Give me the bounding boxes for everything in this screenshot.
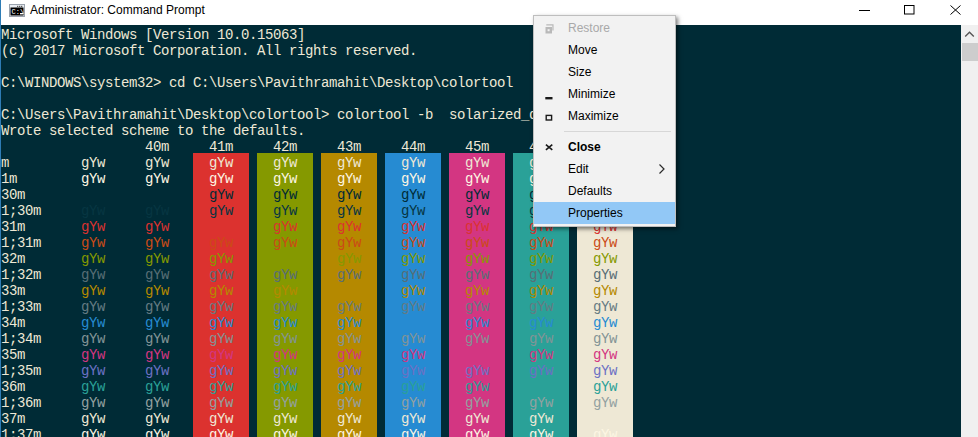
svg-text:C:\: C:\: [12, 8, 25, 16]
